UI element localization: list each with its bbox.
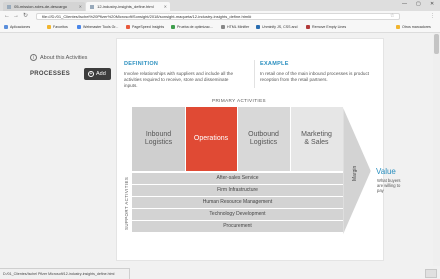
activity-label: Operations (193, 135, 229, 142)
close-window-button[interactable]: ✕ (430, 1, 434, 7)
back-arrow-icon[interactable]: ← (4, 13, 10, 20)
site-icon (221, 25, 225, 30)
value-subtitle: What buyers are willing to pay (377, 178, 401, 193)
primary-activity-operations[interactable]: Operations (185, 107, 237, 171)
add-button[interactable]: + Add (84, 68, 111, 80)
download-shelf-icon[interactable] (425, 269, 437, 278)
bookmark-label: Otros marcadores (402, 25, 431, 29)
box-separator (290, 107, 291, 171)
primary-activity-outbound-logistics[interactable]: Outbound Logistics (237, 107, 290, 171)
definition-heading: DEFINITION (124, 61, 159, 67)
bookmark-prueba[interactable]: Prueba de optimizac... (171, 23, 213, 31)
activity-label: & Sales (304, 139, 329, 146)
activity-label: Inbound (145, 131, 172, 138)
address-input[interactable]: file:///D:/01_Clientes/Ischel%20Pfizer%2… (36, 13, 400, 20)
browser-tab-2[interactable]: 12-industry-insights_define.html ✕ (86, 2, 170, 11)
support-activity-procurement[interactable]: Procurement (132, 221, 343, 232)
bookmark-label: Favoritos (53, 25, 68, 29)
bookmark-html-minifier[interactable]: HTML Minifier (221, 23, 249, 31)
tab-label: 12-industry-insights_define.html (97, 4, 154, 9)
column-divider (254, 60, 255, 88)
bookmark-unminify[interactable]: Unminify JS, CSS and (256, 23, 298, 31)
scrollbar-thumb[interactable] (434, 34, 439, 54)
add-label: Add (96, 71, 106, 77)
page-scrollbar[interactable] (433, 33, 440, 266)
info-icon: i (30, 54, 37, 62)
plus-icon: + (88, 70, 94, 77)
margin-label: Margin (352, 165, 358, 181)
browser-menu-icon[interactable]: ⋮ (430, 13, 435, 20)
support-activity-firm-infrastructure[interactable]: Firm Infrastructure (132, 185, 343, 196)
support-activity-human-resources[interactable]: Human Resource Management (132, 197, 343, 208)
bookmark-label: Aplicaciones (10, 25, 31, 29)
bookmark-label: Prueba de optimizac... (177, 25, 213, 29)
bookmark-star-icon[interactable]: ☆ (390, 13, 394, 20)
activity-label: Outbound (248, 131, 279, 138)
activity-label: Marketing (301, 131, 332, 138)
activity-label: Logistics (144, 139, 173, 146)
apps-icon (4, 25, 8, 30)
address-text: file:///D:/01_Clientes/Ischel%20Pfizer%2… (42, 14, 252, 19)
bookmark-favorites[interactable]: Favoritos (47, 23, 68, 31)
page-icon (7, 4, 11, 9)
reload-icon[interactable]: ↻ (23, 13, 28, 20)
bookmark-pagespeed[interactable]: PageSpeed Insights (126, 23, 164, 31)
definition-text: Involve relationships with suppliers and… (124, 71, 234, 88)
browser-tab-1[interactable]: 05-mission-roles-de-descargo ✕ (3, 2, 85, 11)
bookmark-webmaster[interactable]: Webmaster Tools Gr... (77, 23, 118, 31)
box-separator (237, 107, 238, 171)
maximize-button[interactable]: ▢ (416, 1, 421, 7)
bookmark-remove-empty[interactable]: Remove Empty Lines (306, 23, 346, 31)
site-icon (77, 25, 81, 30)
site-icon (171, 25, 175, 30)
activity-label: Logistics (249, 139, 278, 146)
support-activities-label: SUPPORT ACTIVITIES (124, 176, 129, 230)
minimize-button[interactable]: — (402, 1, 407, 7)
primary-activity-inbound-logistics[interactable]: Inbound Logistics (132, 107, 185, 171)
box-separator (185, 107, 186, 171)
primary-activity-marketing-sales[interactable]: Marketing & Sales (290, 107, 343, 171)
status-bar: D:/01_Clientes/Ischel Pfizer Microsoft/1… (0, 268, 130, 279)
site-icon (306, 25, 310, 30)
bookmark-label: Unminify JS, CSS and (262, 25, 298, 29)
tab-label: 05-mission-roles-de-descargo (14, 4, 68, 9)
example-heading: EXAMPLE (260, 61, 289, 67)
about-label: About this Activities (40, 55, 88, 61)
bookmark-other[interactable]: Otros marcadores (396, 23, 431, 31)
folder-icon (47, 25, 51, 30)
value-title: Value (376, 167, 396, 176)
site-icon (256, 25, 260, 30)
bookmark-label: PageSpeed Insights (132, 25, 165, 29)
support-activity-technology[interactable]: Technology Development (132, 209, 343, 220)
page-icon (90, 4, 94, 9)
site-icon (126, 25, 130, 30)
bookmark-label: HTML Minifier (227, 25, 250, 29)
forward-arrow-icon[interactable]: → (13, 13, 19, 20)
primary-activities-label: PRIMARY ACTIVITIES (212, 98, 267, 103)
folder-icon (396, 25, 400, 30)
bookmark-label: Webmaster Tools Gr... (83, 25, 119, 29)
bookmarks-bar: Aplicaciones Favoritos Webmaster Tools G… (0, 22, 440, 33)
close-tab-icon[interactable]: ✕ (164, 2, 167, 11)
close-tab-icon[interactable]: ✕ (79, 2, 82, 11)
bookmark-apps[interactable]: Aplicaciones (4, 23, 30, 31)
processes-heading: PROCESSES (30, 71, 71, 77)
example-text: In retail one of the main inbound proces… (260, 71, 370, 82)
about-activities-link[interactable]: i About this Activities (30, 53, 125, 63)
support-activity-after-sales[interactable]: After-sales Service (132, 173, 343, 184)
bookmark-label: Remove Empty Lines (312, 25, 347, 29)
